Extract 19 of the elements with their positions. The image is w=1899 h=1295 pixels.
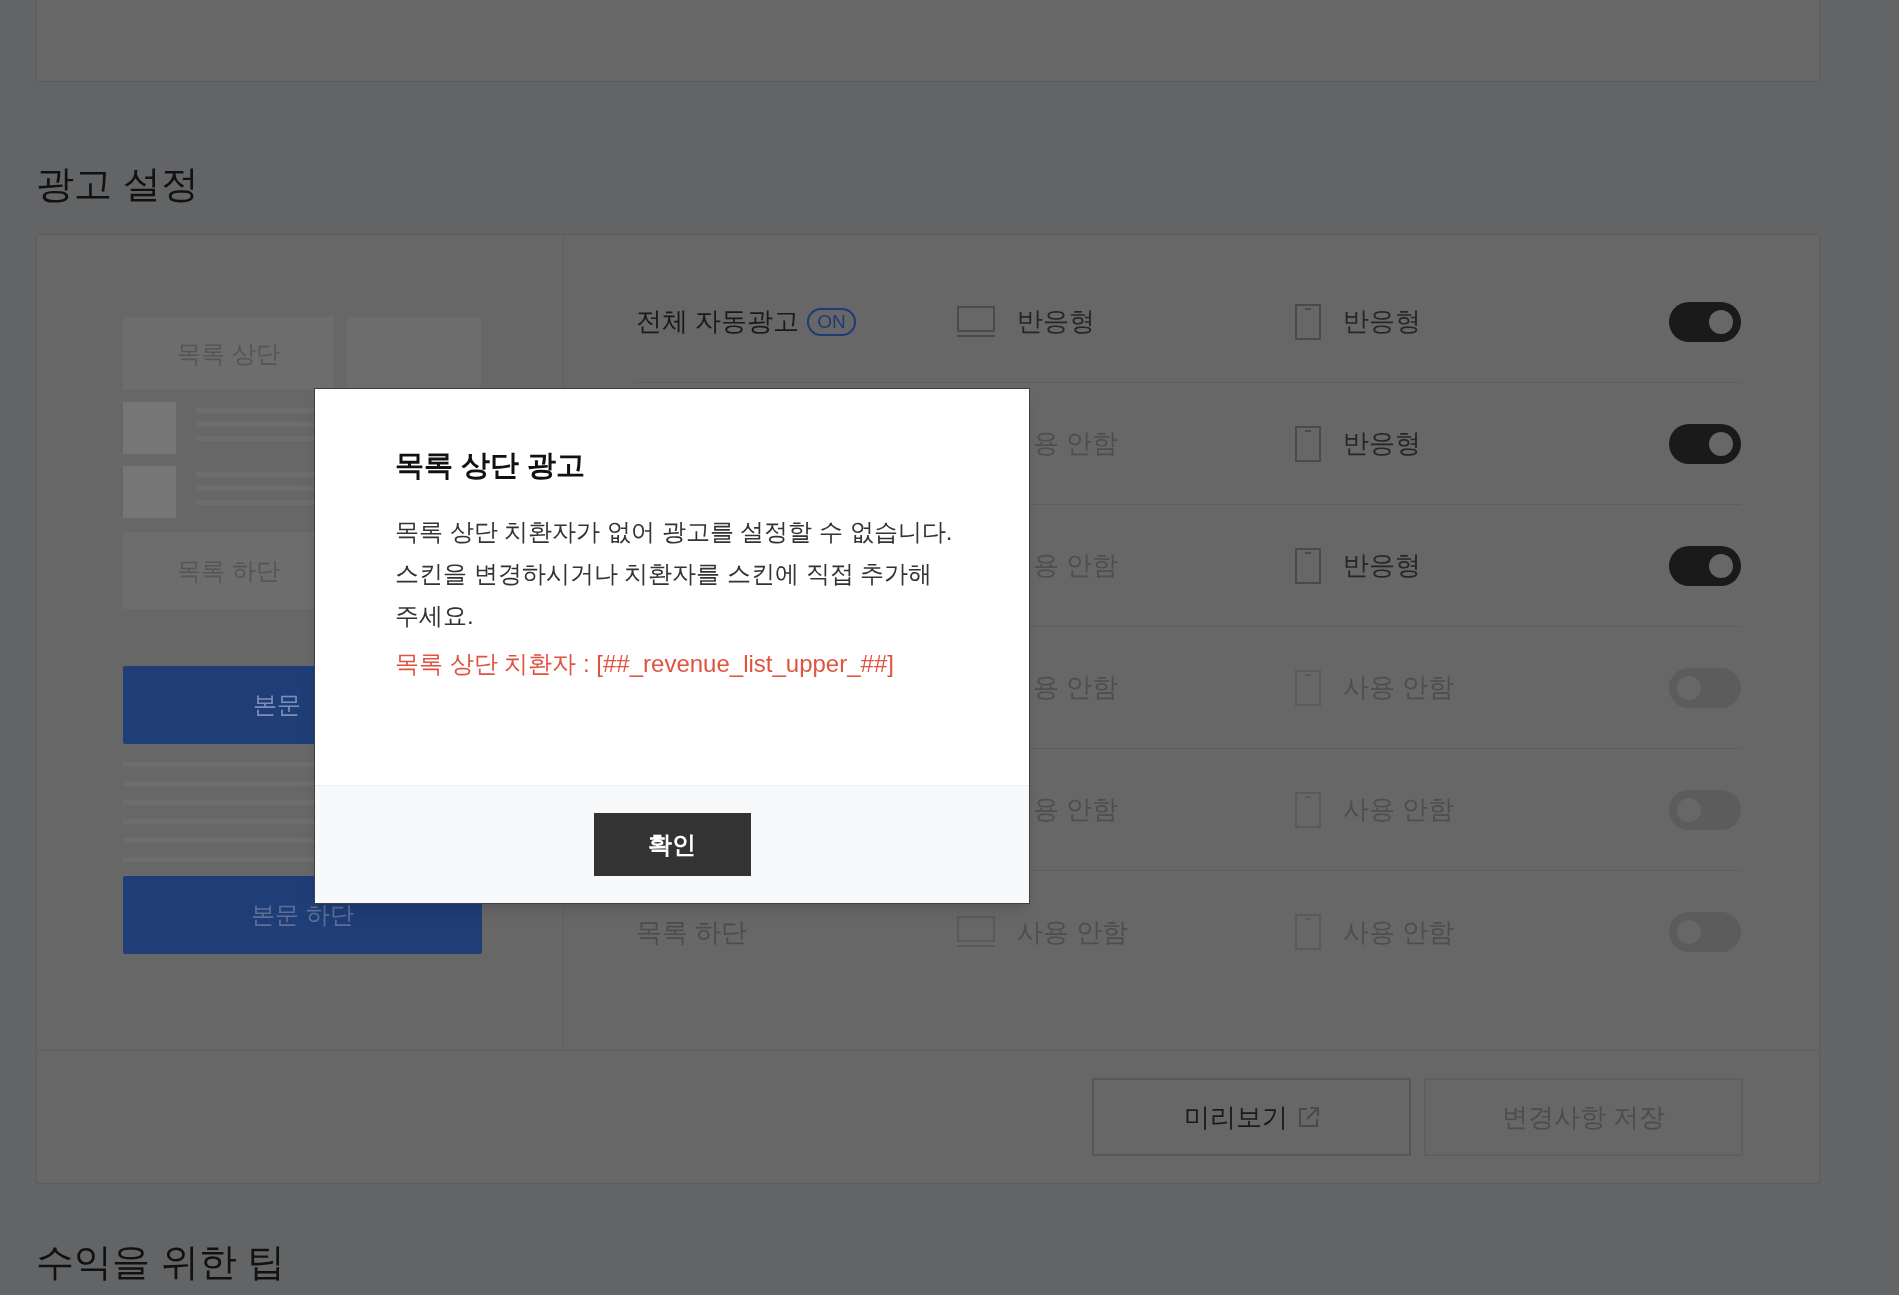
dialog-message: 목록 상단 치환자가 없어 광고를 설정할 수 없습니다. 스킨을 변경하시거나 치환자를 스킨에 직접 추가해 주세요. — [395, 517, 954, 631]
monitor-icon — [957, 305, 995, 338]
device-setting: 반응형 — [1343, 305, 1421, 338]
toggle-switch[interactable] — [1669, 301, 1741, 342]
footer-button[interactable]: 미리보기 — [1092, 1078, 1411, 1156]
phone-icon — [1295, 547, 1321, 584]
confirm-button[interactable]: 확인 — [593, 813, 751, 876]
row-label: 전체 자동광고 — [636, 305, 800, 338]
status-badge: ON — [807, 307, 856, 336]
phone-icon — [1295, 303, 1321, 340]
device-setting: 반응형 — [1343, 427, 1421, 460]
toggle-switch[interactable] — [1669, 423, 1741, 464]
section-title: 광고 설정 — [36, 162, 200, 207]
section-title: 수익을 위한 팁 — [36, 1240, 287, 1285]
phone-icon — [1295, 425, 1321, 462]
dialog-title: 목록 상단 광고 — [395, 448, 587, 483]
device-setting: 반응형 — [1017, 305, 1095, 338]
toggle-switch[interactable] — [1669, 545, 1741, 586]
device-setting: 반응형 — [1343, 549, 1421, 582]
